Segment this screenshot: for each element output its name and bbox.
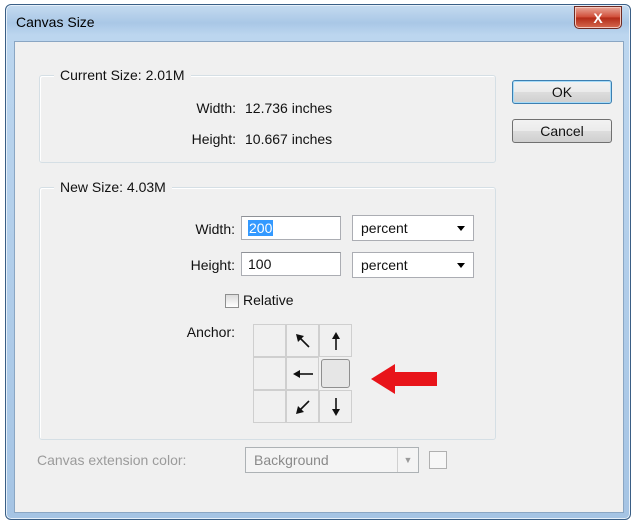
height-unit-select[interactable]: percent <box>352 252 474 278</box>
anchor-label: Anchor: <box>186 324 235 340</box>
current-height-value: 10.667 inches <box>245 131 333 147</box>
anchor-bottom-right[interactable] <box>319 390 352 423</box>
current-width-value: 12.736 inches <box>245 100 333 116</box>
dialog-title: Canvas Size <box>16 14 95 30</box>
new-width-label: Width: <box>195 221 235 237</box>
new-height-label: Height: <box>190 257 235 273</box>
new-size-legend: New Size: 4.03M <box>54 179 172 195</box>
canvas-extension-select[interactable]: Background ▼ <box>245 447 419 473</box>
anchor-middle-left[interactable] <box>253 357 286 390</box>
arrow-down-left-icon <box>295 399 310 414</box>
dialog-body: Current Size: 2.01M Width: 12.736 inches… <box>14 41 624 513</box>
anchor-top-right[interactable] <box>319 324 352 357</box>
cancel-button[interactable]: Cancel <box>512 119 612 143</box>
arrow-up-left-icon <box>295 333 310 348</box>
anchor-top-center[interactable] <box>286 324 319 357</box>
relative-label[interactable]: Relative <box>243 292 294 308</box>
canvas-extension-label: Canvas extension color: <box>37 452 187 468</box>
current-height-label: Height: <box>191 131 236 147</box>
current-width-label: Width: <box>196 100 236 116</box>
current-size-group: Current Size: 2.01M Width: 12.736 inches… <box>39 67 496 163</box>
anchor-middle-right-selected[interactable] <box>321 359 350 388</box>
chevron-down-icon: ▼ <box>397 448 418 472</box>
arrow-down-icon <box>331 397 340 416</box>
close-button[interactable]: X <box>574 6 622 29</box>
new-width-input[interactable]: 200 <box>241 216 341 240</box>
canvas-size-dialog: Canvas Size X Current Size: 2.01M Width:… <box>5 4 631 520</box>
current-size-legend: Current Size: 2.01M <box>54 67 191 83</box>
width-unit-value: percent <box>361 220 408 236</box>
title-bar[interactable]: Canvas Size X <box>6 5 630 41</box>
height-unit-value: percent <box>361 257 408 273</box>
arrow-up-icon <box>331 331 340 350</box>
anchor-middle-center[interactable] <box>286 357 319 390</box>
anchor-grid <box>253 324 352 423</box>
chevron-down-icon <box>457 263 465 268</box>
chevron-down-icon <box>457 226 465 231</box>
height-input-value: 100 <box>248 256 272 272</box>
canvas-extension-value: Background <box>254 452 329 468</box>
arrow-left-icon <box>292 369 313 378</box>
new-height-input[interactable]: 100 <box>241 252 341 276</box>
anchor-bottom-center[interactable] <box>286 390 319 423</box>
width-input-selection: 200 <box>248 220 274 236</box>
relative-checkbox[interactable] <box>225 294 239 308</box>
red-arrow-left-icon <box>371 364 437 394</box>
width-unit-select[interactable]: percent <box>352 215 474 241</box>
ok-button[interactable]: OK <box>512 80 612 104</box>
anchor-bottom-left[interactable] <box>253 390 286 423</box>
extension-color-swatch[interactable] <box>429 451 447 469</box>
close-icon: X <box>593 9 603 26</box>
anchor-top-left[interactable] <box>253 324 286 357</box>
